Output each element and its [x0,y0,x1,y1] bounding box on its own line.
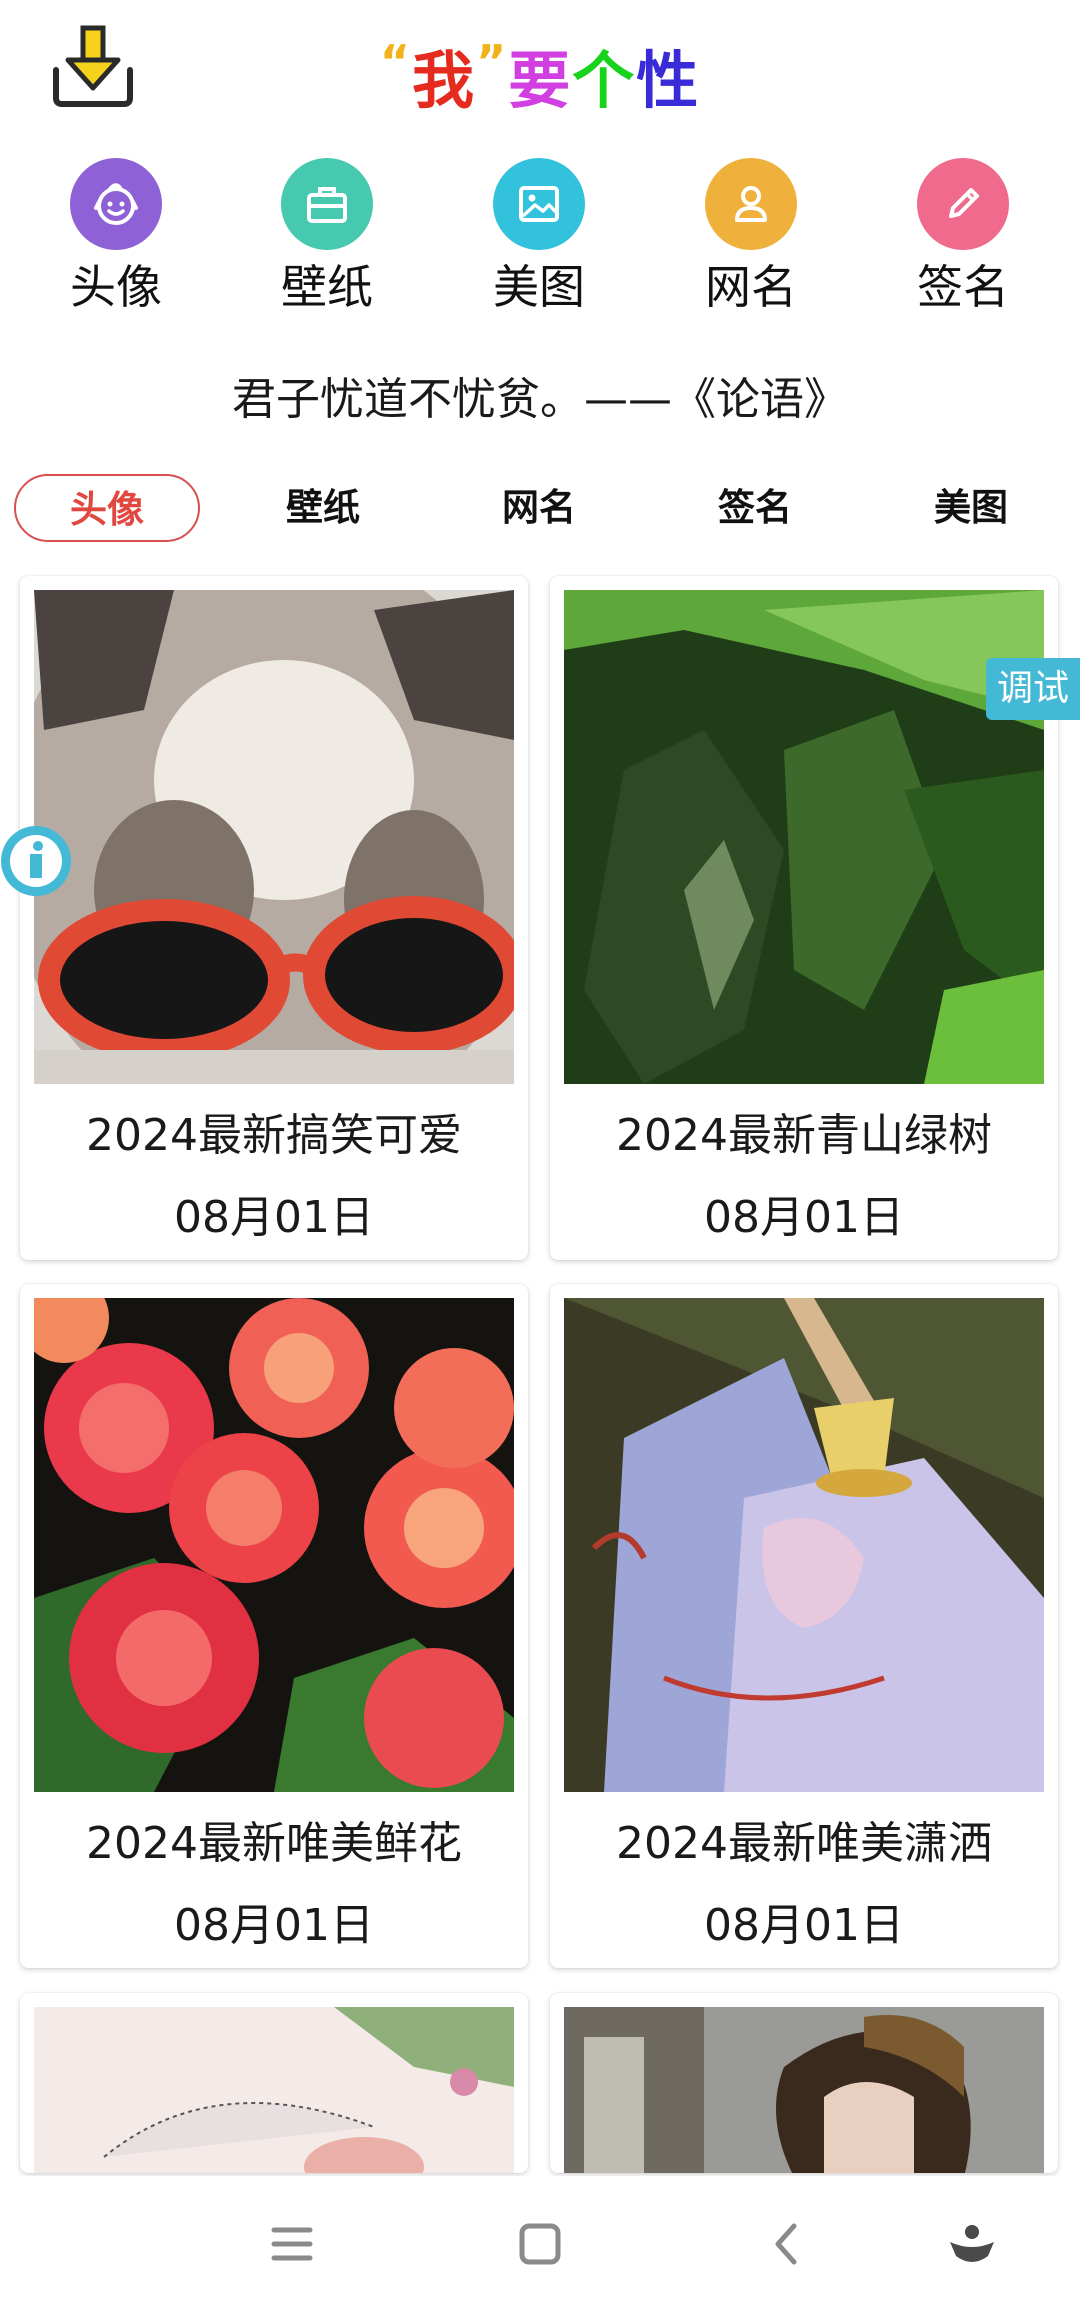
back-button[interactable] [756,2212,820,2276]
menu-button[interactable] [260,2212,324,2276]
tab-bar: 头像 壁纸 网名 签名 美图 [0,474,1080,546]
card-date: 08月01日 [174,1192,374,1243]
category-images[interactable]: 美图 [449,158,629,316]
assistant-icon [950,2225,994,2262]
daily-quote: 君子忧道不忧贫。——《论语》 [232,374,848,425]
card-title: 2024最新青山绿树 [616,1110,992,1161]
card-thumbnail [34,2007,514,2173]
category-nickname[interactable]: 网名 [661,158,841,316]
content-card[interactable]: 2024最新唯美潇洒 08月01日 [550,1284,1058,1968]
category-row: 头像 壁纸 美图 网名 签名 [0,158,1080,328]
title-char-ge: 个 [572,44,637,117]
tab-wallpaper[interactable]: 壁纸 [230,474,416,542]
category-images-label: 美图 [493,260,585,314]
category-wallpaper-circle [281,158,373,250]
category-wallpaper[interactable]: 壁纸 [237,158,417,316]
title-quote-close: ” [475,35,509,89]
assistant-button[interactable] [940,2212,1004,2276]
title-char-xing: 性 [636,44,701,117]
debug-tag[interactable]: 调试 [986,658,1080,720]
app-title: “我”要个性 [0,24,1080,119]
category-wallpaper-label: 壁纸 [281,260,373,314]
content-card[interactable]: 2024最新青山绿树 08月01日 [550,576,1058,1260]
content-card[interactable] [550,1993,1058,2173]
card-thumbnail [34,1298,514,1792]
anime-girl-with-bell-image [564,1298,1044,1792]
content-card[interactable]: 2024最新唯美鲜花 08月01日 [20,1284,528,1968]
info-button[interactable] [0,824,72,898]
system-navbar [0,2176,1080,2306]
tab-avatar[interactable]: 头像 [14,474,200,542]
title-quote-open: “ [379,35,412,89]
woman-portrait-image [564,2007,1044,2173]
category-avatar-label: 头像 [70,260,162,314]
title-char-wo: 我 [411,44,476,117]
home-square-icon [519,2223,561,2265]
card-thumbnail [564,1298,1044,1792]
card-title: 2024最新唯美潇洒 [616,1818,992,1869]
category-images-circle [493,158,585,250]
red-pink-roses-image [34,1298,514,1792]
person-icon [735,186,767,222]
category-avatar-circle [70,158,162,250]
category-signature[interactable]: 签名 [873,158,1053,316]
content-card[interactable]: 2024最新搞笑可爱 08月01日 [20,576,528,1260]
card-thumbnail [34,590,514,1084]
tab-signature[interactable]: 签名 [662,474,848,542]
umbrella-illustration-image [34,2007,514,2173]
cat-with-red-sunglasses-image [34,590,514,1084]
menu-icon [271,2227,313,2261]
category-signature-circle [917,158,1009,250]
card-title: 2024最新唯美鲜花 [86,1818,462,1869]
app-header: “我”要个性 [0,0,1080,130]
baby-face-icon [94,183,138,225]
tab-nickname[interactable]: 网名 [446,474,632,542]
back-chevron-icon [775,2223,797,2265]
card-date: 08月01日 [704,1192,904,1243]
card-date: 08月01日 [174,1900,374,1951]
card-date: 08月01日 [704,1900,904,1951]
briefcase-icon [307,187,347,223]
pen-icon [949,188,979,218]
category-signature-label: 签名 [917,260,1009,314]
image-icon [519,186,559,222]
tab-images[interactable]: 美图 [878,474,1064,542]
card-thumbnail [564,590,1044,1084]
category-avatar[interactable]: 头像 [26,158,206,316]
card-title: 2024最新搞笑可爱 [86,1110,462,1161]
category-nickname-label: 网名 [705,260,797,314]
info-icon [1,826,71,896]
content-card[interactable] [20,1993,528,2173]
title-char-yao: 要 [508,44,573,117]
home-button[interactable] [508,2212,572,2276]
green-mountain-forest-image [564,590,1044,1084]
card-thumbnail [564,2007,1044,2173]
category-nickname-circle [705,158,797,250]
